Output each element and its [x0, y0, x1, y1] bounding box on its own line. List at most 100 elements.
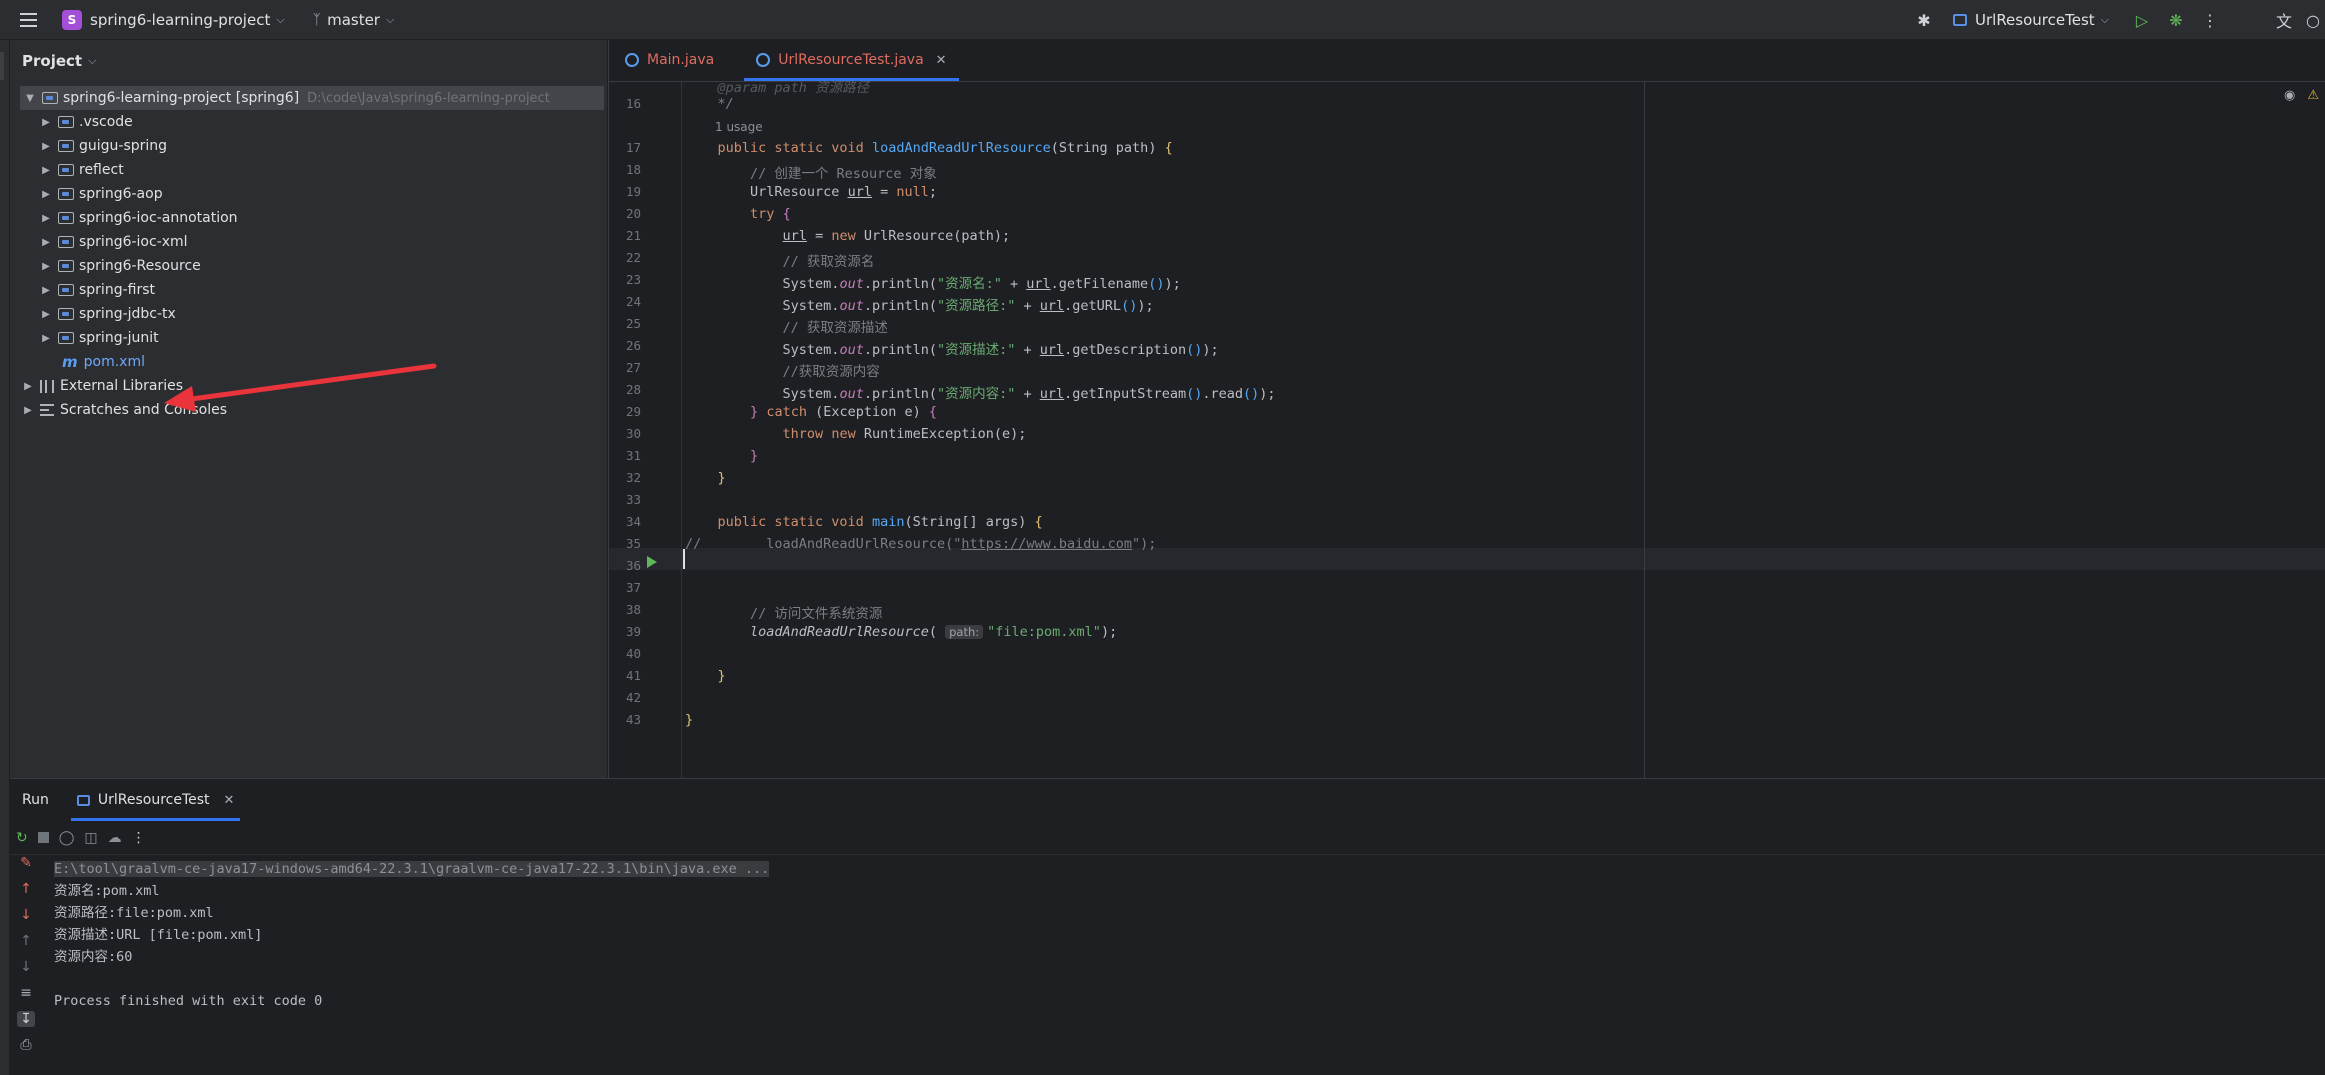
line-number: 36	[625, 558, 641, 573]
up-stack-icon[interactable]: ↑	[20, 933, 32, 949]
coverage-icon[interactable]: ☁	[108, 830, 122, 846]
scroll-to-end-icon[interactable]: ↧	[17, 1011, 35, 1027]
tree-item-spring-first[interactable]: ▶ spring-first	[40, 278, 155, 302]
expand-arrow-icon[interactable]: ▶	[40, 261, 52, 272]
branch-switcher[interactable]: ᛉ master ⌵	[313, 11, 395, 29]
soft-wrap-icon[interactable]: ≡	[20, 985, 32, 1001]
code-line: public static void main(String[] args) {	[717, 514, 1043, 530]
annotation-arrow-icon	[164, 363, 437, 412]
project-panel: Project ⌵ ▼ spring6-learning-project [sp…	[10, 40, 607, 778]
code-line: public static void loadAndReadUrlResourc…	[717, 140, 1173, 156]
run-icon[interactable]: ▷	[2125, 3, 2159, 37]
code-line: @param path 资源路径	[685, 80, 870, 96]
line-number: 32	[625, 470, 641, 485]
project-panel-header[interactable]: Project ⌵	[10, 40, 607, 82]
run-panel-title[interactable]: Run	[22, 792, 49, 808]
search-icon[interactable]: ○	[2301, 3, 2325, 37]
line-number: 27	[625, 360, 641, 375]
console-output[interactable]: E:\tool\graalvm-ce-java17-windows-amd64-…	[54, 858, 770, 1012]
expand-arrow-icon[interactable]: ▶	[22, 405, 34, 416]
bug-settings-icon[interactable]: ✱	[1907, 3, 1941, 37]
run-side-toolbar: ✎ ↑ ↓ ↑ ↓ ≡ ↧ ⎙	[10, 855, 42, 1053]
code-line: // 创建一个 Resource 对象	[750, 166, 937, 182]
warning-icon[interactable]: ⚠	[2307, 88, 2319, 103]
tree-item-label: spring6-Resource	[79, 258, 201, 274]
line-number: 16	[625, 96, 641, 111]
camera-icon[interactable]: ◯	[59, 830, 75, 846]
more-icon[interactable]: ⋮	[2193, 3, 2227, 37]
chevron-down-icon: ⌵	[88, 54, 97, 67]
expand-arrow-icon[interactable]: ▶	[40, 141, 52, 152]
project-name: spring6-learning-project	[90, 10, 271, 29]
arrow-down-icon[interactable]: ↓	[20, 907, 32, 923]
project-switcher[interactable]: S spring6-learning-project ⌵	[56, 5, 291, 35]
main-menu-icon[interactable]	[8, 0, 48, 40]
tree-item-spring-junit[interactable]: ▶ spring-junit	[40, 326, 159, 350]
run-tab-label: UrlResourceTest	[97, 792, 210, 808]
run-gutter-icon[interactable]	[647, 556, 657, 568]
tab-label: UrlResourceTest.java	[778, 52, 924, 68]
editor-inspection-widget[interactable]: ◉ ⚠	[2284, 88, 2319, 103]
tree-item-guigu-spring[interactable]: ▶ guigu-spring	[40, 134, 167, 158]
stop-icon[interactable]	[37, 832, 49, 843]
tree-item-spring6-aop[interactable]: ▶ spring6-aop	[40, 182, 162, 206]
more-icon[interactable]: ⋮	[132, 830, 146, 846]
tree-root-path: D:\code\Java\spring6-learning-project	[307, 90, 550, 106]
run-config-selector[interactable]: UrlResourceTest ⌵	[1953, 11, 2109, 29]
tab-main-java[interactable]: Main.java	[609, 39, 730, 81]
close-icon[interactable]: ✕	[936, 53, 947, 68]
code-line: } catch (Exception e) {	[750, 404, 938, 420]
expand-arrow-icon[interactable]: ▶	[40, 333, 52, 344]
expand-arrow-icon[interactable]: ▶	[40, 237, 52, 248]
expand-arrow-icon[interactable]: ▶	[40, 309, 52, 320]
expand-arrow-icon[interactable]: ▶	[22, 381, 34, 392]
folder-icon	[58, 308, 74, 320]
code-line: }	[717, 668, 726, 684]
down-stack-icon[interactable]: ↓	[20, 959, 32, 975]
tree-item-pom-xml[interactable]: m pom.xml	[58, 350, 145, 374]
code-editor: Main.java UrlResourceTest.java ✕ ◉ ⚠ 16 …	[608, 40, 2325, 778]
run-config-name: UrlResourceTest	[1975, 11, 2095, 29]
arrow-up-icon[interactable]: ↑	[20, 881, 32, 897]
run-toolbar: ↻ ◯ ◫ ☁ ⋮	[10, 821, 2325, 855]
tree-root[interactable]: ▼ spring6-learning-project [spring6] D:\…	[20, 86, 604, 110]
tree-item-spring6-ioc-annotation[interactable]: ▶ spring6-ioc-annotation	[40, 206, 237, 230]
tree-item-external-libraries[interactable]: ▶ External Libraries	[22, 374, 183, 398]
close-icon[interactable]: ✕	[224, 793, 235, 808]
debug-icon[interactable]: ❋	[2159, 3, 2193, 37]
translate-icon[interactable]: 文	[2267, 3, 2301, 37]
line-number: 23	[625, 272, 641, 287]
expand-arrow-icon[interactable]: ▶	[40, 117, 52, 128]
tree-item-spring6-ioc-xml[interactable]: ▶ spring6-ioc-xml	[40, 230, 187, 254]
print-icon[interactable]: ⎙	[20, 1037, 31, 1053]
line-number: 31	[625, 448, 641, 463]
line-number: 26	[625, 338, 641, 353]
console-line: 资源名:pom.xml	[54, 883, 160, 899]
git-branch-icon: ᛉ	[312, 11, 322, 28]
usage-hint[interactable]: 1 usage	[715, 120, 763, 134]
folder-icon	[58, 140, 74, 152]
console-command-line[interactable]: E:\tool\graalvm-ce-java17-windows-amd64-…	[54, 861, 770, 877]
tree-item-spring-jdbc-tx[interactable]: ▶ spring-jdbc-tx	[40, 302, 176, 326]
expand-arrow-icon[interactable]: ▶	[40, 189, 52, 200]
run-tab-urlresourcetest[interactable]: UrlResourceTest ✕	[70, 779, 241, 821]
tree-item-spring6-resource[interactable]: ▶ spring6-Resource	[40, 254, 201, 278]
expand-arrow-icon[interactable]: ▶	[40, 165, 52, 176]
code-line: try {	[750, 206, 791, 222]
line-number: 21	[625, 228, 641, 243]
expand-arrow-icon[interactable]: ▼	[24, 93, 36, 104]
panel-title: Project	[22, 52, 83, 70]
line-number: 30	[625, 426, 641, 441]
expand-arrow-icon[interactable]: ▶	[40, 285, 52, 296]
project-tool-button[interactable]	[0, 52, 4, 80]
tab-urlresourcetest-java[interactable]: UrlResourceTest.java ✕	[740, 39, 962, 81]
tree-item-vscode[interactable]: ▶ .vscode	[40, 110, 133, 134]
edit-config-icon[interactable]: ✎	[20, 855, 32, 871]
line-number: 39	[625, 624, 641, 639]
tree-item-reflect[interactable]: ▶ reflect	[40, 158, 124, 182]
rerun-icon[interactable]: ↻	[16, 830, 28, 846]
expand-arrow-icon[interactable]: ▶	[40, 213, 52, 224]
line-number: 41	[625, 668, 641, 683]
reader-mode-icon[interactable]: ◉	[2284, 88, 2295, 103]
export-icon[interactable]: ◫	[84, 830, 97, 846]
